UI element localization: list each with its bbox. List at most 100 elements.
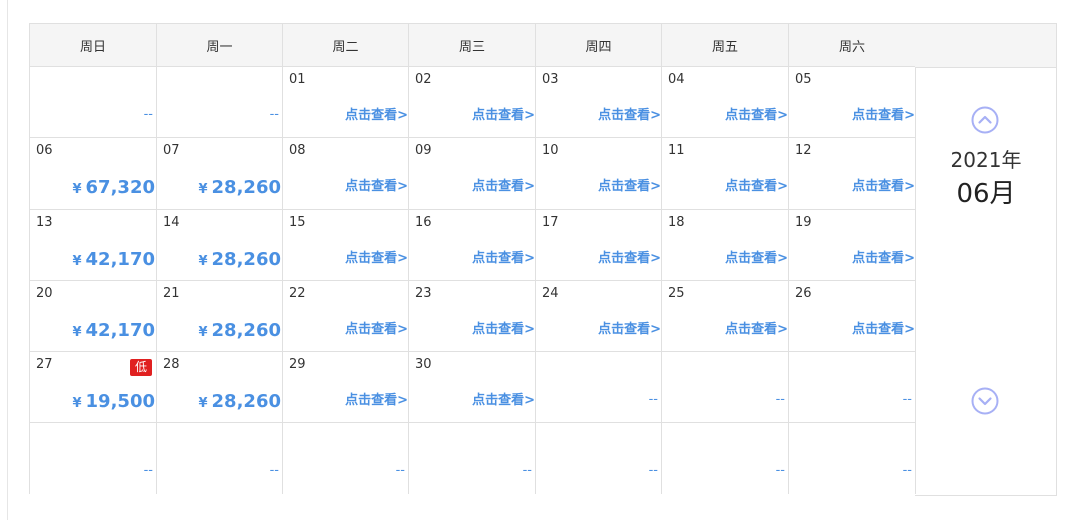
- day-number: 25: [668, 286, 685, 301]
- view-price-link[interactable]: 点击查看>: [725, 318, 788, 337]
- view-price-link[interactable]: 点击查看>: [725, 247, 788, 266]
- view-price-link[interactable]: 点击查看>: [345, 104, 408, 123]
- next-month-button[interactable]: [970, 386, 1000, 416]
- weekday-header: 周二: [283, 23, 409, 67]
- day-price[interactable]: ¥28,260: [198, 177, 281, 198]
- calendar-day-cell[interactable]: 30 点击查看>: [409, 352, 536, 423]
- calendar-day-cell[interactable]: 07 ¥28,260: [157, 138, 283, 210]
- calendar-day-cell[interactable]: 11 点击查看>: [662, 138, 789, 210]
- view-price-link[interactable]: 点击查看>: [472, 247, 535, 266]
- low-price-badge: 低: [129, 359, 152, 376]
- price-value: 28,260: [211, 391, 281, 412]
- calendar-day-cell: --: [789, 423, 916, 494]
- view-price-link[interactable]: 点击查看>: [472, 104, 535, 123]
- day-number: 24: [542, 286, 559, 301]
- no-price-placeholder: --: [269, 463, 279, 478]
- calendar-day-cell: --: [662, 352, 789, 423]
- chevron-down-circle-icon: [971, 387, 999, 415]
- calendar-day-cell[interactable]: 15 点击查看>: [283, 210, 409, 281]
- calendar-day-cell[interactable]: 19 点击查看>: [789, 210, 916, 281]
- weekday-header: 周日: [30, 23, 157, 67]
- calendar-day-cell: --: [662, 423, 789, 494]
- no-price-placeholder: --: [775, 463, 785, 478]
- price-value: 19,500: [85, 391, 155, 412]
- view-price-link[interactable]: 点击查看>: [472, 389, 535, 408]
- day-number: 28: [163, 357, 180, 372]
- day-number: 27: [36, 357, 53, 372]
- page-left-border: [7, 0, 8, 520]
- calendar-day-cell[interactable]: 27 低 ¥19,500: [30, 352, 157, 423]
- day-price[interactable]: ¥19,500: [72, 391, 155, 412]
- weekday-header: 周三: [409, 23, 536, 67]
- no-price-placeholder: --: [143, 107, 153, 122]
- view-price-link[interactable]: 点击查看>: [598, 318, 661, 337]
- calendar-day-cell[interactable]: 17 点击查看>: [536, 210, 662, 281]
- price-value: 42,170: [85, 249, 155, 270]
- view-price-link[interactable]: 点击查看>: [345, 389, 408, 408]
- no-price-placeholder: --: [269, 107, 279, 122]
- view-price-link[interactable]: 点击查看>: [852, 318, 915, 337]
- day-number: 22: [289, 286, 306, 301]
- calendar-day-cell[interactable]: 20 ¥42,170: [30, 281, 157, 352]
- weekday-header: 周五: [662, 23, 789, 67]
- calendar-day-cell[interactable]: 16 点击查看>: [409, 210, 536, 281]
- price-calendar: 周日 周一 周二 周三 周四 周五 周六 -- -- 01 点击查看> 02 点击查看> 03 点击查看> 0…: [29, 23, 1057, 496]
- view-price-link[interactable]: 点击查看>: [725, 104, 788, 123]
- day-price[interactable]: ¥42,170: [72, 320, 155, 341]
- calendar-day-cell[interactable]: 18 点击查看>: [662, 210, 789, 281]
- calendar-day-cell[interactable]: 23 点击查看>: [409, 281, 536, 352]
- day-price[interactable]: ¥28,260: [198, 320, 281, 341]
- view-price-link[interactable]: 点击查看>: [598, 104, 661, 123]
- prev-month-button[interactable]: [970, 105, 1000, 135]
- view-price-link[interactable]: 点击查看>: [598, 175, 661, 194]
- calendar-day-cell[interactable]: 05 点击查看>: [789, 67, 916, 138]
- day-price[interactable]: ¥28,260: [198, 391, 281, 412]
- day-number: 09: [415, 143, 432, 158]
- price-value: 28,260: [211, 249, 281, 270]
- view-price-link[interactable]: 点击查看>: [472, 318, 535, 337]
- calendar-day-cell: --: [157, 423, 283, 494]
- calendar-grid: 周日 周一 周二 周三 周四 周五 周六 -- -- 01 点击查看> 02 点击查看> 03 点击查看> 0…: [29, 23, 916, 494]
- calendar-day-cell[interactable]: 24 点击查看>: [536, 281, 662, 352]
- calendar-day-cell[interactable]: 26 点击查看>: [789, 281, 916, 352]
- calendar-day-cell[interactable]: 13 ¥42,170: [30, 210, 157, 281]
- day-price[interactable]: ¥28,260: [198, 249, 281, 270]
- view-price-link[interactable]: 点击查看>: [852, 175, 915, 194]
- day-number: 04: [668, 72, 685, 87]
- calendar-day-cell: --: [409, 423, 536, 494]
- calendar-day-cell[interactable]: 03 点击查看>: [536, 67, 662, 138]
- view-price-link[interactable]: 点击查看>: [472, 175, 535, 194]
- currency-symbol: ¥: [72, 254, 82, 269]
- calendar-day-cell[interactable]: 10 点击查看>: [536, 138, 662, 210]
- calendar-day-cell[interactable]: 14 ¥28,260: [157, 210, 283, 281]
- calendar-day-cell[interactable]: 29 点击查看>: [283, 352, 409, 423]
- day-price[interactable]: ¥42,170: [72, 249, 155, 270]
- view-price-link[interactable]: 点击查看>: [345, 175, 408, 194]
- calendar-day-cell[interactable]: 06 ¥67,320: [30, 138, 157, 210]
- view-price-link[interactable]: 点击查看>: [598, 247, 661, 266]
- day-price[interactable]: ¥67,320: [72, 177, 155, 198]
- calendar-day-cell[interactable]: 25 点击查看>: [662, 281, 789, 352]
- view-price-link[interactable]: 点击查看>: [852, 247, 915, 266]
- calendar-day-cell[interactable]: 21 ¥28,260: [157, 281, 283, 352]
- price-value: 42,170: [85, 320, 155, 341]
- calendar-day-cell[interactable]: 08 点击查看>: [283, 138, 409, 210]
- calendar-day-cell[interactable]: 01 点击查看>: [283, 67, 409, 138]
- day-number: 14: [163, 215, 180, 230]
- currency-symbol: ¥: [198, 254, 208, 269]
- view-price-link[interactable]: 点击查看>: [345, 318, 408, 337]
- day-number: 11: [668, 143, 685, 158]
- view-price-link[interactable]: 点击查看>: [852, 104, 915, 123]
- month-label: 06月: [956, 179, 1016, 209]
- calendar-day-cell[interactable]: 28 ¥28,260: [157, 352, 283, 423]
- calendar-day-cell[interactable]: 04 点击查看>: [662, 67, 789, 138]
- day-number: 15: [289, 215, 306, 230]
- calendar-day-cell[interactable]: 02 点击查看>: [409, 67, 536, 138]
- calendar-day-cell[interactable]: 09 点击查看>: [409, 138, 536, 210]
- calendar-day-cell[interactable]: 12 点击查看>: [789, 138, 916, 210]
- day-number: 02: [415, 72, 432, 87]
- currency-symbol: ¥: [198, 182, 208, 197]
- view-price-link[interactable]: 点击查看>: [345, 247, 408, 266]
- view-price-link[interactable]: 点击查看>: [725, 175, 788, 194]
- calendar-day-cell[interactable]: 22 点击查看>: [283, 281, 409, 352]
